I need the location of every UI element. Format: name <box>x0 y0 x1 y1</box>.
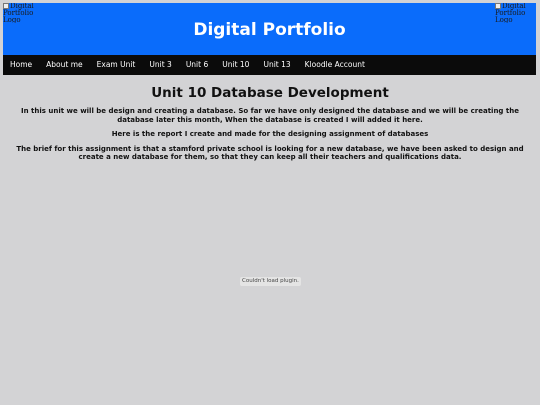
report-paragraph: Here is the report I create and made for… <box>111 130 429 138</box>
nav-item-unit-6[interactable]: Unit 6 <box>179 55 215 75</box>
main-content: Unit 10 Database Development In this uni… <box>0 75 540 162</box>
site-header: Digital Portfolio Logo Digital Portfolio… <box>3 3 536 55</box>
nav-item-kloodle-account[interactable]: Kloodle Account <box>298 55 372 75</box>
nav-item-unit-10[interactable]: Unit 10 <box>215 55 256 75</box>
nav-item-unit-3[interactable]: Unit 3 <box>142 55 178 75</box>
logo-right: Digital Portfolio Logo <box>495 3 540 23</box>
nav-item-exam-unit[interactable]: Exam Unit <box>90 55 143 75</box>
site-title: Digital Portfolio <box>193 20 346 40</box>
nav-item-about-me[interactable]: About me <box>39 55 89 75</box>
brief-paragraph: The brief for this assignment is that a … <box>16 144 524 162</box>
nav-item-unit-13[interactable]: Unit 13 <box>256 55 297 75</box>
page: Digital Portfolio Logo Digital Portfolio… <box>0 0 540 405</box>
intro-paragraph: In this unit we will be design and creat… <box>21 107 519 124</box>
plugin-error-message: Couldn't load plugin. <box>240 277 301 286</box>
nav-bar: Home About me Exam Unit Unit 3 Unit 6 Un… <box>3 55 536 75</box>
nav-item-home[interactable]: Home <box>3 55 39 75</box>
page-title: Unit 10 Database Development <box>151 85 389 101</box>
